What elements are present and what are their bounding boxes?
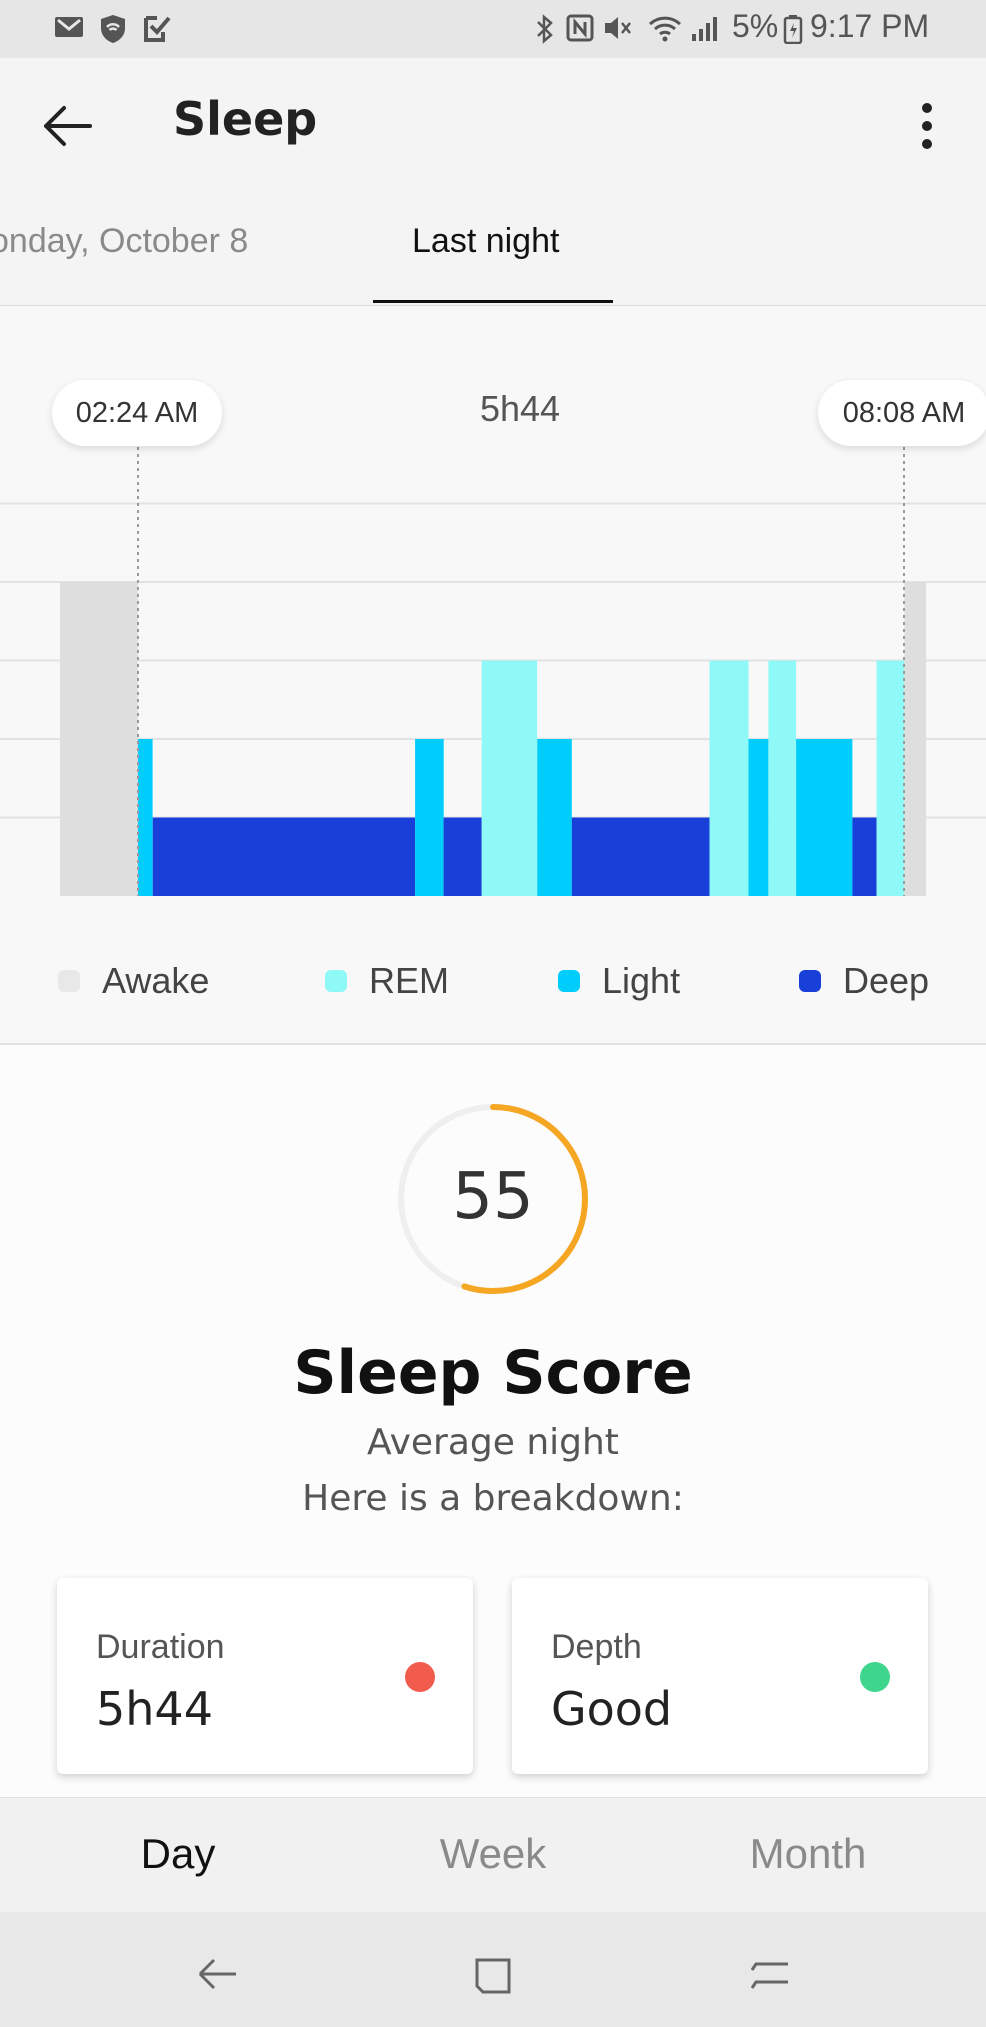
shield-icon	[98, 14, 128, 44]
wifi-icon	[648, 14, 682, 44]
legend-swatch	[799, 970, 821, 992]
depth-card[interactable]: Depth Good	[512, 1578, 928, 1774]
back-arrow-icon	[44, 106, 92, 146]
mute-icon	[602, 14, 632, 44]
legend-label: Light	[602, 960, 681, 1001]
nfc-icon	[565, 14, 595, 44]
legend-label: Awake	[102, 960, 210, 1001]
signal-icon	[690, 14, 720, 44]
score-subtitle: Average night	[367, 1422, 619, 1463]
start-time-pill: 02:24 AM	[52, 380, 222, 446]
legend-swatch	[58, 970, 80, 992]
segment-light	[748, 739, 769, 896]
legend-swatch	[325, 970, 347, 992]
page-title: Sleep	[173, 92, 318, 146]
clock: 9:17 PM	[810, 8, 930, 44]
end-time-pill: 08:08 AM	[818, 380, 986, 446]
segment-deep	[443, 817, 482, 896]
card-value: 5h44	[96, 1682, 213, 1736]
segment-rem	[709, 660, 749, 896]
checklist-icon	[142, 14, 172, 44]
nav-home-icon	[475, 1958, 511, 1994]
tab-week[interactable]: Week	[363, 1830, 623, 1878]
segment-light	[796, 739, 853, 896]
back-button[interactable]	[40, 98, 96, 154]
more-vert-icon	[922, 103, 932, 149]
score-title: Sleep Score	[293, 1338, 693, 1408]
battery-percent: 5%	[732, 8, 779, 44]
segment-light	[537, 739, 572, 896]
segment-rem	[768, 660, 797, 896]
total-duration-label: 5h44	[479, 388, 561, 429]
battery-icon	[778, 14, 808, 45]
card-label: Duration	[96, 1628, 225, 1666]
nav-recents-icon	[750, 1962, 788, 1989]
card-label: Depth	[551, 1628, 642, 1666]
tab-last-night[interactable]: Last night	[412, 222, 559, 261]
segment-deep	[152, 817, 416, 896]
tab-day[interactable]: Day	[48, 1830, 308, 1878]
score-value: 55	[452, 1160, 534, 1234]
nav-home-button[interactable]	[463, 1944, 523, 2004]
status-bar: 5% 9:17 PM	[0, 0, 986, 58]
segment-light	[137, 739, 153, 896]
duration-card[interactable]: Duration 5h44	[57, 1578, 473, 1774]
sleep-stage-chart	[0, 440, 986, 896]
nav-back-icon	[198, 1958, 236, 1990]
legend-label: Deep	[843, 960, 930, 1001]
card-value: Good	[551, 1682, 673, 1736]
segment-rem	[876, 660, 905, 896]
score-breakdown-text: Here is a breakdown:	[302, 1478, 684, 1519]
status-dot	[860, 1662, 890, 1692]
segment-awake	[60, 582, 138, 896]
nav-recents-button[interactable]	[740, 1944, 800, 2004]
tab-previous-day[interactable]: onday, October 8	[0, 222, 248, 261]
segment-light	[415, 739, 444, 896]
segment-awake	[904, 582, 927, 896]
legend-label: REM	[369, 960, 449, 1001]
nav-back-button[interactable]	[188, 1944, 248, 2004]
bluetooth-icon	[530, 14, 560, 44]
segment-deep	[571, 817, 710, 896]
legend-swatch	[558, 970, 580, 992]
tab-month[interactable]: Month	[678, 1830, 938, 1878]
more-options-button[interactable]	[912, 96, 942, 156]
status-dot	[405, 1662, 435, 1692]
segment-rem	[481, 660, 538, 896]
tab-indicator	[373, 300, 613, 303]
gmail-icon	[54, 14, 84, 44]
segment-deep	[852, 817, 877, 896]
